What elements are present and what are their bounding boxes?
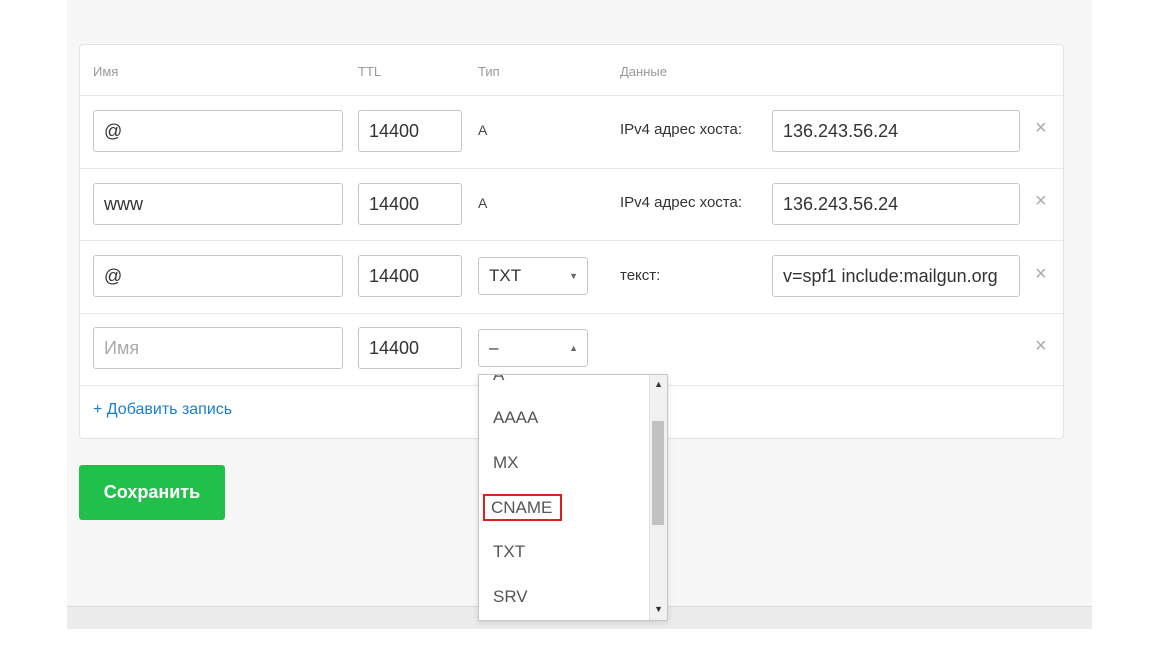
data-input[interactable]: v=spf1 include:mailgun.org: [772, 255, 1020, 297]
data-label: текст:: [620, 267, 661, 284]
row-divider: [80, 313, 1063, 314]
dropdown-option-highlighted[interactable]: CNAME: [479, 494, 663, 521]
name-input[interactable]: @: [93, 255, 343, 297]
chevron-up-icon: ▲: [569, 343, 578, 353]
type-value: A: [478, 122, 488, 138]
dropdown-option[interactable]: TXT: [479, 542, 663, 562]
save-button[interactable]: Сохранить: [79, 465, 225, 520]
row-divider: [80, 95, 1063, 96]
scroll-up-icon[interactable]: ▲: [654, 379, 663, 389]
type-dropdown[interactable]: A AAAA MX CNAME TXT SRV ▲ ▼: [478, 374, 668, 621]
dropdown-option[interactable]: MX: [479, 453, 663, 473]
data-input[interactable]: 136.243.56.24: [772, 110, 1020, 152]
header-name: Имя: [93, 64, 119, 79]
data-label: IPv4 адрес хоста:: [620, 194, 743, 211]
data-input[interactable]: 136.243.56.24: [772, 183, 1020, 225]
header-data: Данные: [620, 64, 667, 79]
close-icon[interactable]: ×: [1035, 118, 1047, 138]
row-divider: [80, 168, 1063, 169]
type-value: A: [478, 195, 488, 211]
header-type: Тип: [478, 64, 500, 79]
chevron-down-icon: ▼: [569, 271, 578, 281]
row-divider: [80, 240, 1063, 241]
type-select[interactable]: TXT ▼: [478, 257, 588, 295]
data-label: IPv4 адрес хоста:: [620, 121, 743, 138]
ttl-input[interactable]: 14400: [358, 255, 462, 297]
ttl-input[interactable]: 14400: [358, 327, 462, 369]
close-icon[interactable]: ×: [1035, 264, 1047, 284]
type-select[interactable]: – ▲: [478, 329, 588, 367]
name-input[interactable]: www: [93, 183, 343, 225]
ttl-input[interactable]: 14400: [358, 183, 462, 225]
ttl-input[interactable]: 14400: [358, 110, 462, 152]
scroll-down-icon[interactable]: ▼: [654, 604, 663, 614]
name-input[interactable]: @: [93, 110, 343, 152]
type-select-value: TXT: [489, 266, 522, 285]
type-select-value: –: [489, 338, 499, 357]
dropdown-option-partial[interactable]: A: [493, 375, 504, 385]
name-input[interactable]: Имя: [93, 327, 343, 369]
dropdown-option[interactable]: SRV: [479, 587, 663, 607]
add-record-link[interactable]: + Добавить запись: [93, 401, 232, 419]
close-icon[interactable]: ×: [1035, 191, 1047, 211]
scrollbar-thumb[interactable]: [652, 421, 664, 525]
dropdown-option[interactable]: AAAA: [479, 408, 663, 428]
header-ttl: TTL: [358, 64, 382, 79]
dropdown-scrollbar[interactable]: ▲ ▼: [649, 375, 667, 620]
close-icon[interactable]: ×: [1035, 336, 1047, 356]
